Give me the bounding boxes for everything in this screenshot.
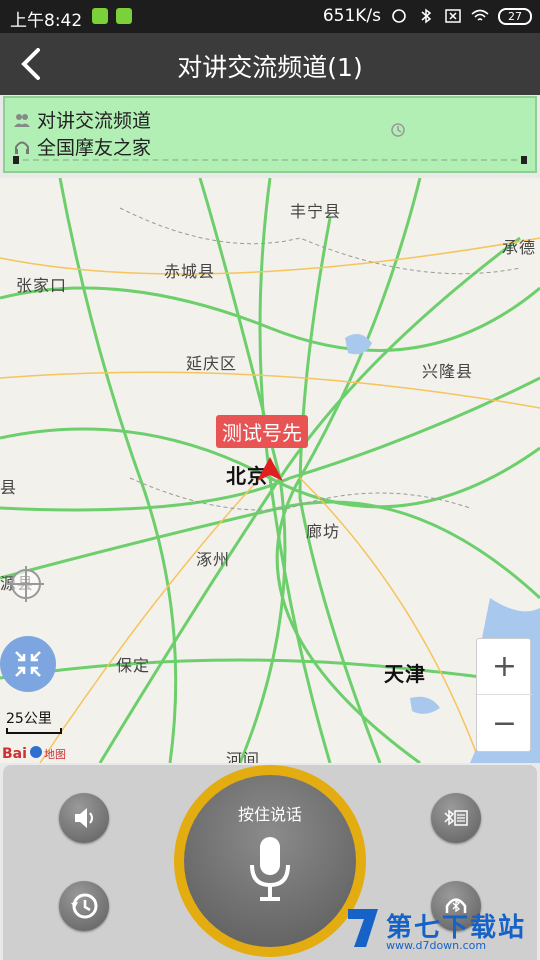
city-label-major: 天津 xyxy=(384,662,426,686)
bluetooth-device-button[interactable] xyxy=(431,793,481,843)
channel-group: 全国摩友之家 xyxy=(37,137,152,159)
track-start-marker xyxy=(13,156,19,164)
city-label: 赤城县 xyxy=(164,262,216,281)
svg-text:Bai: Bai xyxy=(2,746,27,762)
track-end-marker xyxy=(521,156,527,164)
user-position-marker-icon[interactable] xyxy=(256,456,284,482)
wechat-notification-icon xyxy=(116,8,132,24)
push-to-talk-label: 按住说话 xyxy=(237,805,302,824)
city-label: 涿州 xyxy=(196,550,231,569)
channel-name: 对讲交流频道 xyxy=(37,110,152,132)
watermark-url: www.d7down.com xyxy=(386,939,487,952)
sync-icon xyxy=(392,9,406,23)
map-scale-bar xyxy=(6,728,62,734)
city-label: 保定 xyxy=(116,656,151,675)
volume-button[interactable] xyxy=(59,793,109,843)
channel-name-row: 对讲交流频道 xyxy=(13,106,151,133)
map-view[interactable]: 丰宁县 承德 赤城县 张家口 延庆区 兴隆县 县 北京 廊坊 涿州 源县 保定 … xyxy=(0,178,540,763)
svg-text:地图: 地图 xyxy=(44,748,66,761)
baidu-map-logo: Bai 地图 xyxy=(2,746,66,762)
net-speed: 651K/s xyxy=(322,6,381,26)
history-icon xyxy=(71,893,98,919)
map-scale-label: 25公里 xyxy=(6,711,52,727)
status-bar: 上午8:42 651K/s 27 xyxy=(0,0,540,33)
bluetooth-radio-icon xyxy=(444,809,468,826)
city-label: 兴隆县 xyxy=(422,362,474,381)
zoom-in-button[interactable]: + xyxy=(477,639,532,695)
battery-icon: 27 xyxy=(498,7,532,25)
wifi-icon xyxy=(471,9,489,21)
sim-x-icon xyxy=(445,9,461,23)
status-time: 上午8:42 xyxy=(10,11,83,31)
compass-icon[interactable] xyxy=(6,564,46,604)
history-button[interactable] xyxy=(59,881,109,931)
title-bar: 对讲交流频道(1) xyxy=(0,33,540,95)
city-label: 承德 xyxy=(502,238,537,257)
zoom-out-button[interactable]: − xyxy=(477,696,532,752)
channel-group-row: 全国摩友之家 xyxy=(13,133,151,160)
city-label: 延庆区 xyxy=(186,354,238,373)
city-label: 河间 xyxy=(226,750,261,763)
watermark-logo-icon xyxy=(348,909,378,947)
city-label: 县 xyxy=(0,478,18,497)
site-watermark: 第七下载站 www.d7down.com xyxy=(346,905,536,957)
city-label: 张家口 xyxy=(16,276,68,295)
bluetooth-icon xyxy=(421,8,432,24)
page-title: 对讲交流频道(1) xyxy=(177,53,363,82)
push-to-talk-button[interactable]: 按住说话 xyxy=(174,765,366,957)
headset-icon xyxy=(15,141,29,154)
push-to-talk-inner: 按住说话 xyxy=(184,775,356,947)
history-icon[interactable] xyxy=(389,121,407,139)
city-label: 丰宁县 xyxy=(290,202,342,221)
zoom-controls: + − xyxy=(476,638,532,752)
user-marker-label[interactable]: 测试号先 xyxy=(216,415,308,448)
channel-card[interactable]: 对讲交流频道 全国摩友之家 xyxy=(3,96,537,173)
locate-button[interactable] xyxy=(0,636,56,692)
collapse-arrows-icon xyxy=(15,651,41,677)
microphone-icon xyxy=(250,837,290,901)
city-label: 廊坊 xyxy=(306,522,341,541)
notification-icon xyxy=(92,8,108,24)
playback-track[interactable] xyxy=(13,159,527,167)
speaker-icon xyxy=(75,808,93,828)
group-icon xyxy=(14,113,30,127)
